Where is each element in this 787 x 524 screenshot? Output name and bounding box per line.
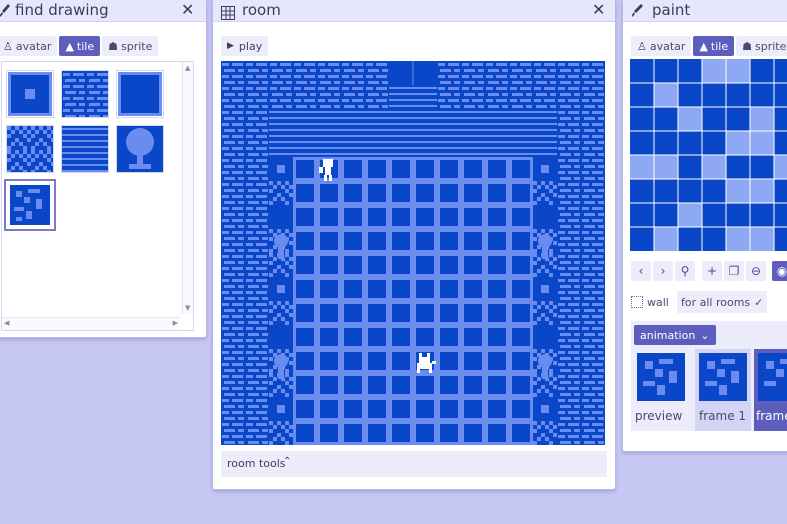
for-all-rooms-toggle[interactable]: for all rooms ✓ [677,291,768,313]
animation-dropdown[interactable]: animation ⌄ [634,325,716,345]
frame-2-label: frame [756,409,787,423]
paint-header[interactable]: paint [623,0,787,22]
frame-1-label: frame 1 [699,409,747,423]
tile-thumb-block[interactable] [6,70,54,118]
chevron-right-icon: › [660,264,666,278]
tile-thumb-brick[interactable] [61,70,109,118]
for-all-rooms-label: for all rooms [681,295,751,309]
grid-icon [221,5,235,24]
mountain-icon: ▲ [699,39,708,53]
find-drawing-close-icon[interactable]: ✕ [181,0,194,19]
room-title: room [242,1,281,19]
scroll-left-icon[interactable]: ◀ [4,319,9,327]
add-drawing-button[interactable]: + [702,261,722,281]
animation-preview: preview [635,351,687,429]
tab-tile[interactable]: ▲ tile [59,36,101,56]
paint-tab-sprite[interactable]: ☗ sprite [736,36,787,56]
chevron-down-icon: ⌄ [700,328,710,342]
find-drawing-header[interactable]: find drawing ✕ [0,0,206,22]
animation-label: animation [640,328,696,342]
find-drawing-tabs: ♙ avatar ▲ tile ☗ sprite [0,36,159,56]
paint-tab-avatar[interactable]: ♙ avatar [631,36,692,56]
play-icon: ▶ [227,41,234,51]
wall-checkbox-icon [631,296,643,308]
room-header[interactable]: room ✕ [213,0,615,22]
room-panel: room ✕ ▶ play room tools ⌃ [212,0,616,490]
paint-tab-tile-label: tile [710,39,729,53]
room-canvas[interactable] [221,61,605,445]
scroll-right-icon[interactable]: ▶ [173,319,178,327]
cat-icon: ☗ [742,39,752,53]
find-drawing-title: find drawing [15,1,109,19]
find-drawing-button[interactable]: ⚲ [675,261,695,281]
search-icon: ⚲ [680,264,690,278]
mountain-icon: ▲ [65,39,74,53]
chevron-up-icon: ⌃ [283,456,292,467]
wall-label: wall [647,295,669,309]
tile-thumb-selected[interactable] [4,179,56,231]
paint-panel: paint ♙ avatar ▲ tile ☗ sprite ‹ › ⚲ + ❐… [622,0,787,452]
tile-thumb-square[interactable] [116,70,164,118]
frame-2[interactable]: frame [754,349,787,431]
tile-thumb-stripe[interactable] [61,125,109,173]
brush-icon [631,3,643,17]
tile-thumb-checker[interactable] [6,125,54,173]
prev-drawing-button[interactable]: ‹ [631,261,651,281]
chevron-left-icon: ‹ [638,264,644,278]
minus-circle-icon: ⊖ [750,264,762,278]
tab-avatar-label: avatar [15,39,52,53]
brush-icon [0,3,10,17]
paint-tab-sprite-label: sprite [755,39,787,53]
tile-thumb-tree[interactable] [116,125,164,173]
tab-avatar[interactable]: ♙ avatar [0,36,58,56]
next-drawing-button[interactable]: › [653,261,673,281]
play-button[interactable]: ▶ play [221,36,269,56]
room-close-icon[interactable]: ✕ [592,0,605,19]
preview-label: preview [635,409,683,423]
paint-tab-avatar-label: avatar [649,39,686,53]
paint-tab-tile[interactable]: ▲ tile [693,36,735,56]
wall-toggle[interactable]: wall [631,291,669,313]
visibility-toggle-button[interactable]: ◉ [772,261,787,281]
duplicate-drawing-button[interactable]: ❐ [724,261,744,281]
delete-drawing-button[interactable]: ⊖ [746,261,766,281]
scroll-down-icon[interactable]: ▼ [185,304,190,312]
paint-canvas[interactable] [630,59,787,251]
tab-sprite-label: sprite [121,39,153,53]
find-drawing-panel: find drawing ✕ ♙ avatar ▲ tile ☗ sprite [0,0,207,338]
room-tools-bar[interactable]: room tools ⌃ [221,451,607,477]
animation-section: animation ⌄ preview frame 1 frame [631,321,787,431]
room-tools-label: room tools [227,457,286,470]
frame-1[interactable]: frame 1 [695,349,751,431]
scroll-up-icon[interactable]: ▲ [185,64,190,72]
person-icon: ♙ [3,39,13,53]
scrollbar-vertical[interactable]: ▲ ▼ [182,62,193,314]
copy-icon: ❐ [728,264,740,278]
plus-icon: + [706,264,718,278]
tab-sprite[interactable]: ☗ sprite [102,36,159,56]
person-icon: ♙ [637,39,647,53]
check-icon: ✓ [754,295,764,309]
tab-tile-label: tile [76,39,95,53]
play-label: play [238,39,263,53]
paint-tabs: ♙ avatar ▲ tile ☗ sprite [631,36,787,56]
tile-grid: ▲ ▼ ◀ ▶ [1,61,194,331]
paint-title: paint [652,1,691,19]
scrollbar-horizontal[interactable]: ◀ ▶ [2,317,180,330]
cat-icon: ☗ [108,39,118,53]
eye-icon: ◉ [776,264,787,278]
